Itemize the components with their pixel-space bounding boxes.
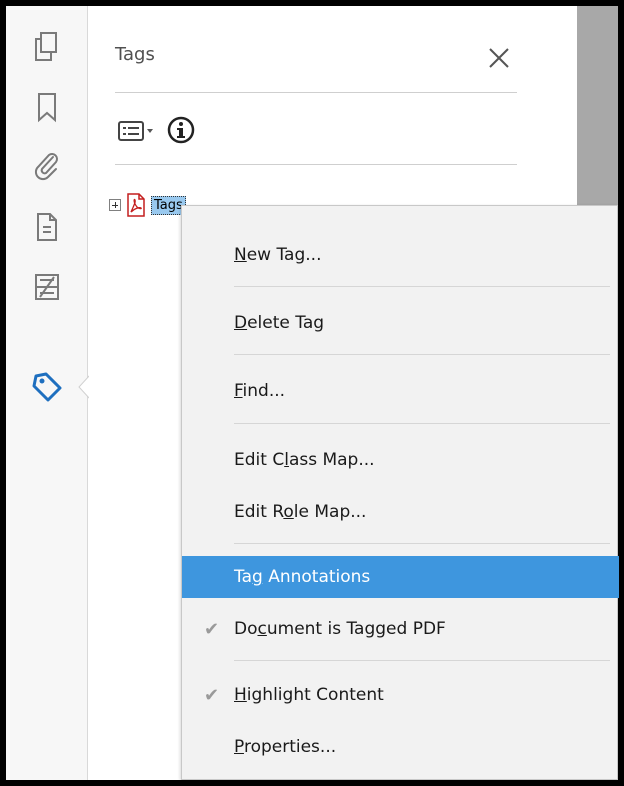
checkmark-icon: ✔: [204, 684, 220, 706]
title-divider: [115, 92, 517, 93]
bookmark-icon[interactable]: [6, 82, 88, 132]
menu-separator: [234, 354, 610, 355]
tag-icon[interactable]: [6, 362, 88, 412]
menu-item-new-tag[interactable]: New Tag...: [182, 234, 619, 276]
tree-root-row: Tags: [109, 190, 186, 220]
menu-item-edit-role-map[interactable]: Edit Role Map...: [182, 491, 619, 533]
menu-separator: [234, 660, 610, 661]
panel-title: Tags: [115, 44, 155, 65]
expand-toggle[interactable]: [109, 199, 121, 211]
menu-item-edit-class-map[interactable]: Edit Class Map...: [182, 439, 619, 481]
menu-item-highlight-content[interactable]: ✔ Highlight Content: [182, 674, 619, 716]
pdf-file-icon: [127, 193, 145, 217]
menu-separator: [234, 286, 610, 287]
content-icon[interactable]: [6, 262, 88, 312]
menu-item-tag-annotations[interactable]: Tag Annotations: [182, 556, 619, 598]
checkmark-icon: ✔: [204, 618, 220, 640]
toolbar-divider: [115, 164, 517, 165]
close-button[interactable]: [481, 40, 517, 76]
document-icon[interactable]: [6, 202, 88, 252]
attachment-icon[interactable]: [6, 142, 88, 192]
info-icon: [167, 116, 195, 144]
menu-item-document-is-tagged-pdf[interactable]: ✔ Document is Tagged PDF: [182, 608, 619, 650]
options-menu-button[interactable]: [117, 114, 157, 148]
pages-icon[interactable]: [6, 22, 88, 72]
menu-item-delete-tag[interactable]: Delete Tag: [182, 302, 619, 344]
close-icon: [489, 48, 509, 68]
menu-separator: [234, 423, 610, 424]
navigation-rail: [6, 6, 90, 780]
menu-item-properties[interactable]: Properties...: [182, 726, 619, 768]
options-list-icon: [118, 121, 153, 141]
menu-separator: [234, 543, 610, 544]
info-button[interactable]: [163, 112, 199, 148]
menu-item-find[interactable]: Find...: [182, 370, 619, 412]
context-menu: New Tag... Delete Tag Find... Edit Class…: [181, 205, 619, 780]
